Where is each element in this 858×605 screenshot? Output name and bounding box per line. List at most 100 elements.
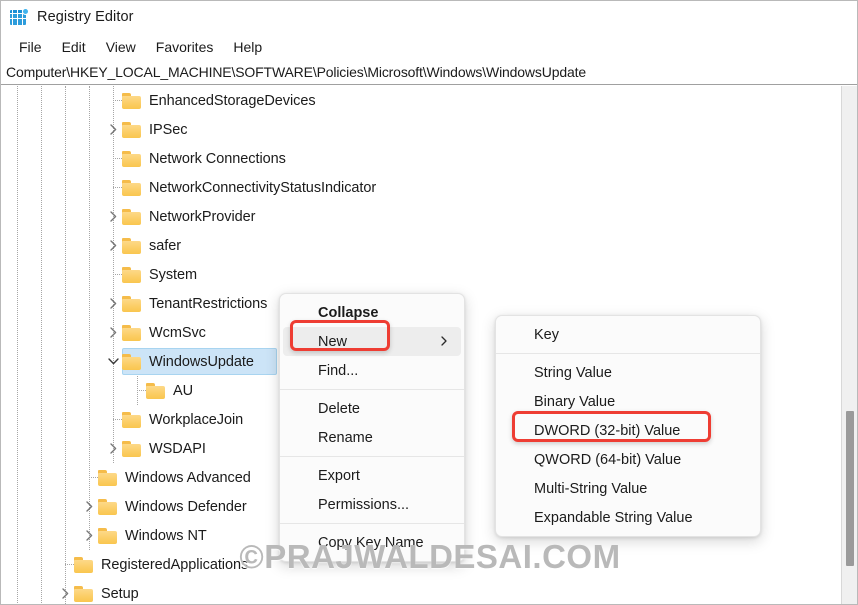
submenu-item-label: QWORD (64-bit) Value <box>534 451 682 468</box>
tree-item-label: WorkplaceJoin <box>149 411 244 428</box>
folder-icon <box>122 295 142 312</box>
tree-item-safer[interactable]: safer <box>1 231 181 260</box>
tree-item-tenantrestrictions[interactable]: TenantRestrictions <box>1 289 267 318</box>
tree-item-label: TenantRestrictions <box>149 295 268 312</box>
chevron-right-icon[interactable] <box>81 492 98 521</box>
folder-icon <box>122 179 142 196</box>
folder-icon <box>122 92 142 109</box>
tree-item-label: WcmSvc <box>149 324 206 341</box>
tree-item-networkprovider[interactable]: NetworkProvider <box>1 202 255 231</box>
tree-item-label: IPSec <box>149 121 188 138</box>
context-menu-item-label: Rename <box>318 429 373 446</box>
context-menu-item-rename[interactable]: Rename <box>280 423 464 452</box>
chevron-right-icon[interactable] <box>105 318 122 347</box>
tree-item-label: NetworkConnectivityStatusIndicator <box>149 179 377 196</box>
tree-item-label: Network Connections <box>149 150 286 167</box>
new-submenu[interactable]: Key String Value Binary Value DWORD (32-bit… <box>495 315 761 537</box>
folder-icon <box>122 266 142 283</box>
registry-editor-window: Registry Editor File Edit View Favorites… <box>0 0 858 605</box>
chevron-down-icon[interactable] <box>105 347 122 376</box>
submenu-item-key[interactable]: Key <box>496 320 760 349</box>
pane-splitter[interactable] <box>841 86 857 604</box>
tree-item-label: safer <box>149 237 181 254</box>
context-menu-item-label: Find... <box>318 362 359 379</box>
submenu-item-label: DWORD (32-bit) Value <box>534 422 681 439</box>
context-menu-item-new[interactable]: New <box>283 327 461 356</box>
context-menu[interactable]: Collapse New Find... Delete Rename Export Perm… <box>279 293 465 562</box>
submenu-item-binary-value[interactable]: Binary Value <box>496 387 760 416</box>
tree-item-label: RegisteredApplications <box>101 556 249 573</box>
menu-separator <box>280 523 464 524</box>
scrollbar-thumb[interactable] <box>846 411 854 566</box>
tree-item-windowsupdate[interactable]: WindowsUpdate <box>1 347 277 376</box>
submenu-item-multi-string-value[interactable]: Multi-String Value <box>496 474 760 503</box>
tree-item-network-connections[interactable]: Network Connections <box>1 144 286 173</box>
folder-icon <box>122 150 142 167</box>
submenu-item-dword-32-bit-value[interactable]: DWORD (32-bit) Value <box>496 416 760 445</box>
context-menu-item-label: Copy Key Name <box>318 534 424 551</box>
tree-item-setup[interactable]: Setup <box>1 579 139 604</box>
folder-icon <box>74 585 94 602</box>
menu-edit[interactable]: Edit <box>52 37 96 57</box>
tree-item-windows-defender[interactable]: Windows Defender <box>1 492 247 521</box>
chevron-right-icon[interactable] <box>105 434 122 463</box>
menu-separator <box>280 389 464 390</box>
context-menu-item-permissions[interactable]: Permissions... <box>280 490 464 519</box>
submenu-item-string-value[interactable]: String Value <box>496 358 760 387</box>
tree-item-label: Windows Advanced <box>125 469 251 486</box>
chevron-right-icon <box>439 334 449 350</box>
context-menu-item-copy-key-name[interactable]: Copy Key Name <box>280 528 464 557</box>
tree-item-registeredapplications[interactable]: RegisteredApplications <box>1 550 248 579</box>
context-menu-item-export[interactable]: Export <box>280 461 464 490</box>
menu-favorites[interactable]: Favorites <box>146 37 224 57</box>
title-bar: Registry Editor <box>1 1 857 33</box>
menu-view[interactable]: View <box>96 37 146 57</box>
tree-item-windows-nt[interactable]: Windows NT <box>1 521 207 550</box>
context-menu-item-delete[interactable]: Delete <box>280 394 464 423</box>
folder-icon <box>122 121 142 138</box>
tree-item-label: WindowsUpdate <box>149 353 254 370</box>
registry-path: Computer\HKEY_LOCAL_MACHINE\SOFTWARE\Pol… <box>6 64 586 80</box>
chevron-right-icon[interactable] <box>105 231 122 260</box>
tree-item-wcmsvc[interactable]: WcmSvc <box>1 318 206 347</box>
submenu-item-expandable-string-value[interactable]: Expandable String Value <box>496 503 760 532</box>
context-menu-item-label: New <box>318 333 348 350</box>
chevron-right-icon[interactable] <box>81 521 98 550</box>
tree-item-system[interactable]: System <box>1 260 197 289</box>
chevron-right-icon[interactable] <box>105 202 122 231</box>
tree-item-networkconnectivitystatusindicator[interactable]: NetworkConnectivityStatusIndicator <box>1 173 376 202</box>
submenu-item-label: String Value <box>534 364 612 381</box>
tree-item-label: System <box>149 266 198 283</box>
tree-item-wsdapi[interactable]: WSDAPI <box>1 434 206 463</box>
folder-icon <box>98 469 118 486</box>
address-bar[interactable]: Computer\HKEY_LOCAL_MACHINE\SOFTWARE\Pol… <box>1 60 857 85</box>
folder-icon <box>122 411 142 428</box>
context-menu-item-label: Collapse <box>318 304 379 321</box>
submenu-item-qword-64-bit-value[interactable]: QWORD (64-bit) Value <box>496 445 760 474</box>
context-menu-item-label: Permissions... <box>318 496 410 513</box>
chevron-right-icon[interactable] <box>105 115 122 144</box>
folder-icon <box>74 556 94 573</box>
tree-item-ipsec[interactable]: IPSec <box>1 115 187 144</box>
tree-item-windows-advanced[interactable]: Windows Advanced <box>1 463 251 492</box>
tree-item-enhancedstoragedevices[interactable]: EnhancedStorageDevices <box>1 86 316 115</box>
tree-item-au[interactable]: AU <box>1 376 193 405</box>
chevron-right-icon[interactable] <box>57 579 74 604</box>
context-menu-item-label: Export <box>318 467 360 484</box>
chevron-right-icon[interactable] <box>105 289 122 318</box>
menu-help[interactable]: Help <box>223 37 272 57</box>
tree-item-workplacejoin[interactable]: WorkplaceJoin <box>1 405 243 434</box>
menu-separator <box>496 353 760 354</box>
folder-icon <box>122 353 142 370</box>
submenu-item-label: Multi-String Value <box>534 480 648 497</box>
menu-separator <box>280 456 464 457</box>
context-menu-item-collapse[interactable]: Collapse <box>280 298 464 327</box>
menu-file[interactable]: File <box>9 37 52 57</box>
context-menu-item-find[interactable]: Find... <box>280 356 464 385</box>
